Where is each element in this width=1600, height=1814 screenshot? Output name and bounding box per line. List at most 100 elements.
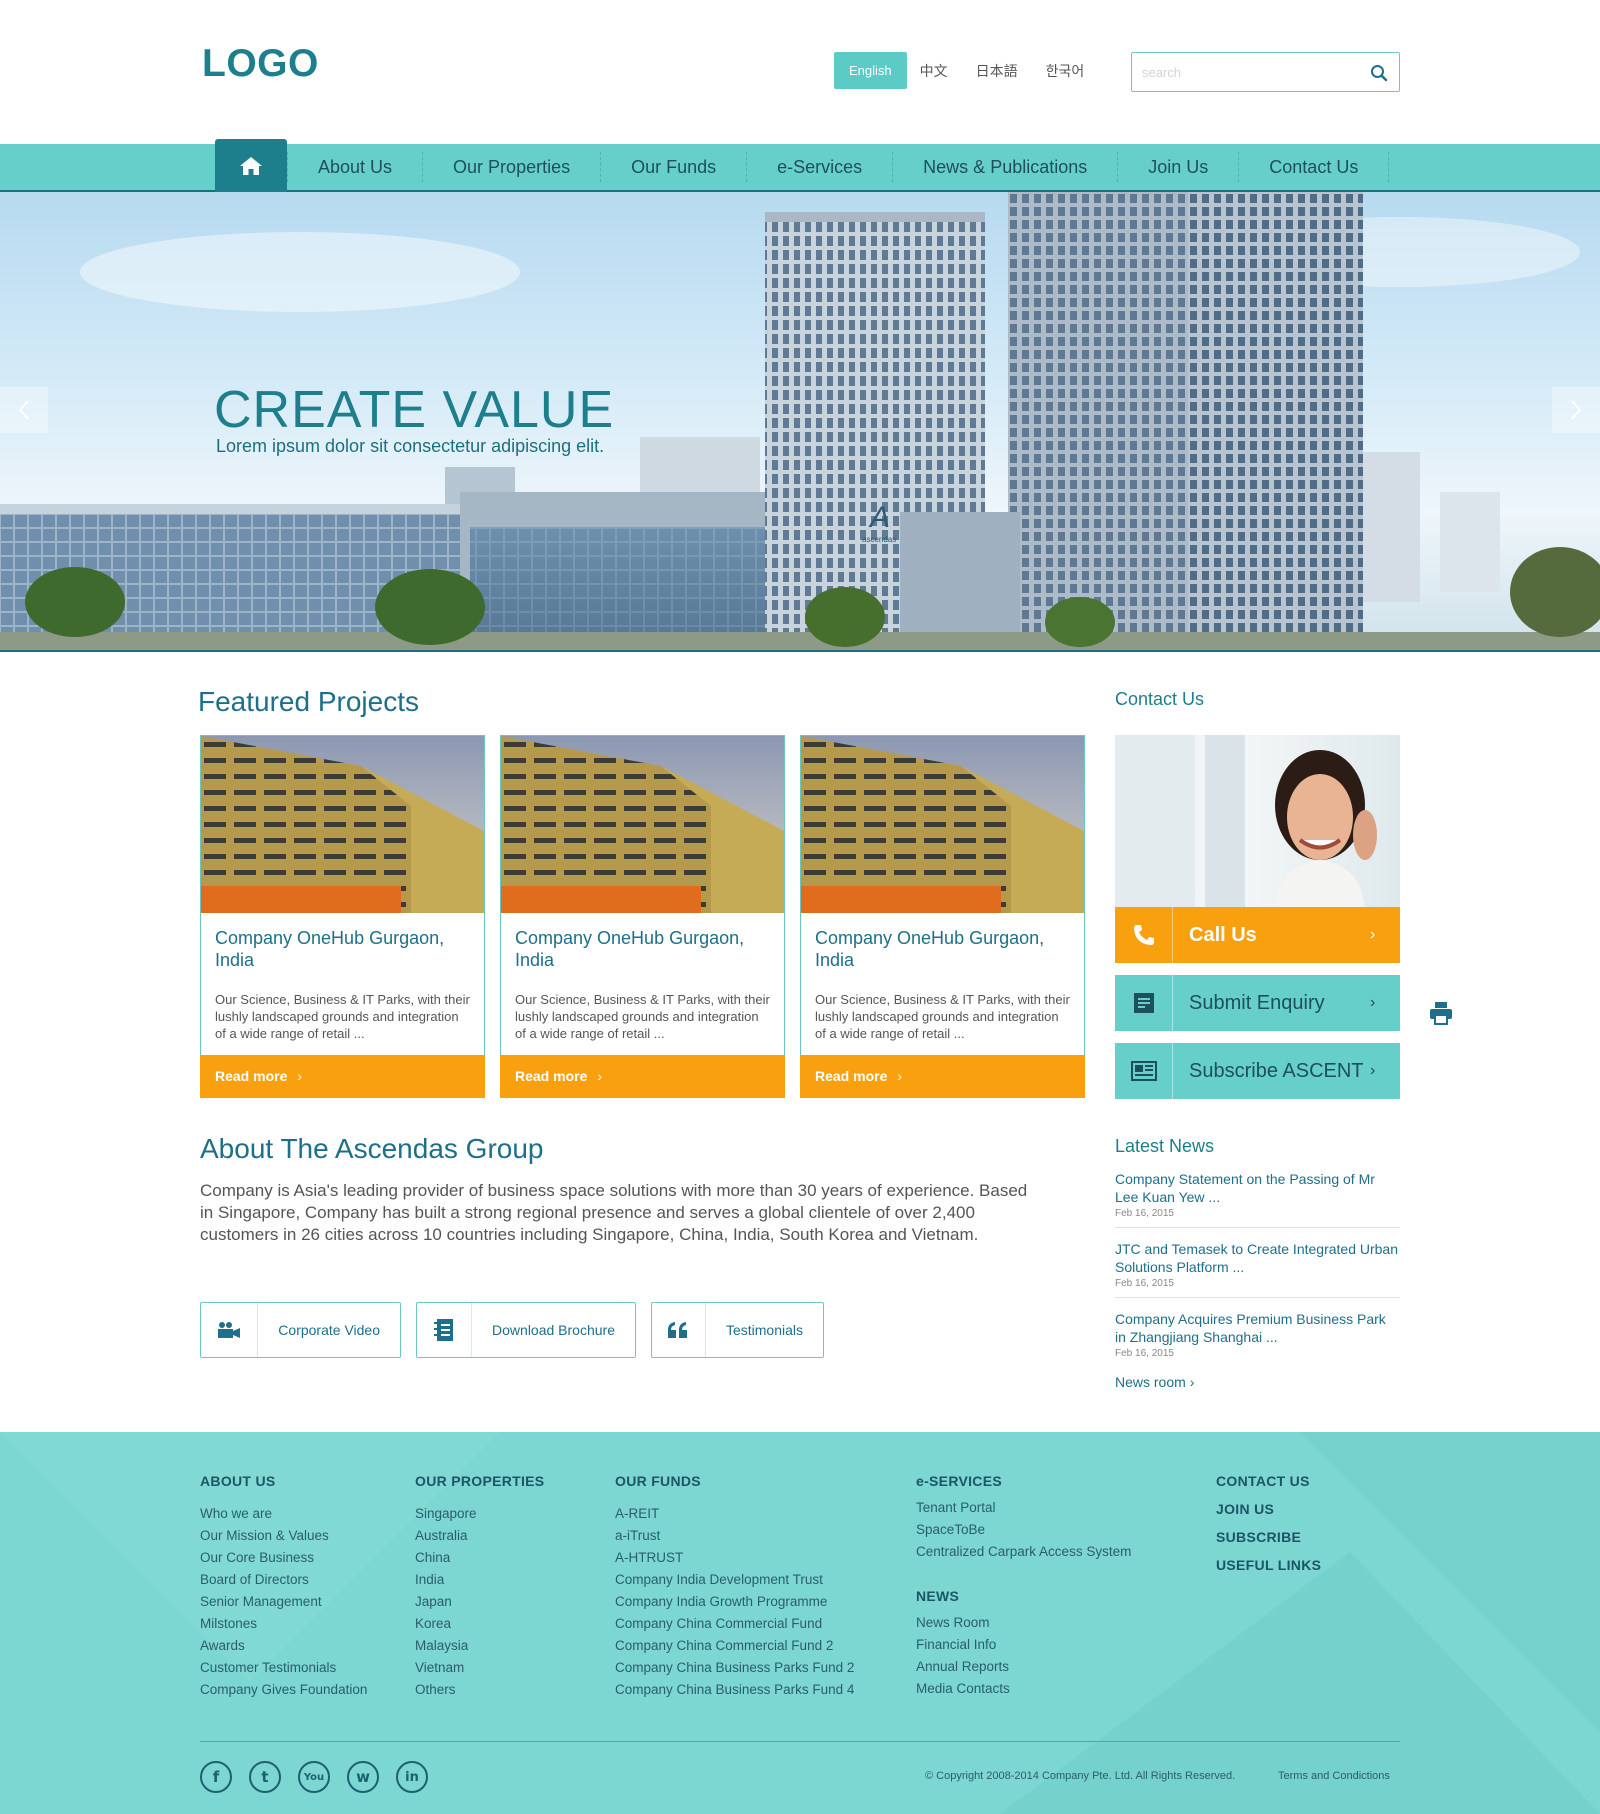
footer-divider bbox=[200, 1741, 1400, 1742]
call-us-button[interactable]: Call Us › bbox=[1115, 907, 1400, 963]
nav-about-us[interactable]: About Us bbox=[288, 157, 422, 178]
footer-link[interactable]: Centralized Carpark Access System bbox=[916, 1541, 1131, 1563]
footer-link[interactable]: Company China Commercial Fund bbox=[615, 1613, 854, 1635]
copyright: © Copyright 2008-2014 Company Pte. Ltd. … bbox=[925, 1770, 1236, 1782]
nav-our-properties[interactable]: Our Properties bbox=[423, 157, 600, 178]
footer-link[interactable]: Media Contacts bbox=[916, 1678, 1131, 1700]
footer-link[interactable]: SpaceToBe bbox=[916, 1519, 1131, 1541]
print-icon[interactable] bbox=[1429, 1001, 1453, 1030]
footer-link[interactable]: Company Gives Foundation bbox=[200, 1679, 367, 1701]
project-title[interactable]: Company OneHub Gurgaon, India bbox=[815, 927, 1065, 971]
footer-link[interactable]: Company India Development Trust bbox=[615, 1569, 854, 1591]
footer-link[interactable]: Vietnam bbox=[415, 1657, 544, 1679]
call-us-label: Call Us bbox=[1189, 923, 1257, 946]
footer-link[interactable]: Who we are bbox=[200, 1503, 367, 1525]
footer-link[interactable]: Korea bbox=[415, 1613, 544, 1635]
footer-link[interactable]: Malaysia bbox=[415, 1635, 544, 1657]
footer-heading[interactable]: CONTACT US bbox=[1216, 1473, 1321, 1489]
form-icon bbox=[1115, 975, 1173, 1031]
footer-link[interactable]: Financial Info bbox=[916, 1634, 1131, 1656]
nav-news-publications[interactable]: News & Publications bbox=[893, 157, 1117, 178]
news-item: Company Acquires Premium Business Park i… bbox=[1115, 1310, 1400, 1367]
footer-link[interactable]: Annual Reports bbox=[916, 1656, 1131, 1678]
footer-link[interactable]: Others bbox=[415, 1679, 544, 1701]
footer-link[interactable]: Awards bbox=[200, 1635, 367, 1657]
footer-link[interactable]: Milstones bbox=[200, 1613, 367, 1635]
footer-heading[interactable]: ABOUT US bbox=[200, 1473, 367, 1489]
testimonials-label: Testimonials bbox=[725, 1322, 803, 1338]
hero-prev-arrow[interactable] bbox=[0, 387, 48, 433]
footer-link[interactable]: Our Mission & Values bbox=[200, 1525, 367, 1547]
footer-link[interactable]: A-REIT bbox=[615, 1503, 854, 1525]
terms-link[interactable]: Terms and Condictions bbox=[1278, 1770, 1390, 1782]
news-date: Feb 16, 2015 bbox=[1115, 1348, 1174, 1359]
submit-enquiry-button[interactable]: Submit Enquiry › bbox=[1115, 975, 1400, 1031]
nav-e-services[interactable]: e-Services bbox=[747, 157, 892, 178]
download-brochure-button[interactable]: Download Brochure bbox=[416, 1302, 636, 1358]
news-headline[interactable]: Company Acquires Premium Business Park i… bbox=[1115, 1310, 1400, 1346]
footer-link[interactable]: a-iTrust bbox=[615, 1525, 854, 1547]
footer-link[interactable]: Our Core Business bbox=[200, 1547, 367, 1569]
footer-link[interactable]: Senior Management bbox=[200, 1591, 367, 1613]
footer-heading[interactable]: JOIN US bbox=[1216, 1501, 1321, 1517]
read-more-button[interactable]: Read more › bbox=[500, 1055, 785, 1098]
search-input[interactable] bbox=[1132, 53, 1352, 91]
read-more-label: Read more bbox=[215, 1068, 288, 1084]
footer-link[interactable]: Company China Commercial Fund 2 bbox=[615, 1635, 854, 1657]
footer-link[interactable]: India bbox=[415, 1569, 544, 1591]
footer-link[interactable]: China bbox=[415, 1547, 544, 1569]
lang-english[interactable]: English bbox=[834, 52, 907, 89]
footer-heading[interactable]: NEWS bbox=[916, 1588, 1131, 1604]
footer-link[interactable]: Board of Directors bbox=[200, 1569, 367, 1591]
testimonials-button[interactable]: Testimonials bbox=[651, 1302, 824, 1358]
news-headline[interactable]: Company Statement on the Passing of Mr L… bbox=[1115, 1170, 1400, 1206]
footer-col-eservices: e-SERVICES Tenant Portal SpaceToBe Centr… bbox=[916, 1473, 1131, 1700]
nav-our-funds[interactable]: Our Funds bbox=[601, 157, 746, 178]
news-headline[interactable]: JTC and Temasek to Create Integrated Urb… bbox=[1115, 1240, 1400, 1276]
project-image[interactable] bbox=[501, 736, 784, 913]
lang-korean[interactable]: 한국어 bbox=[1046, 61, 1085, 81]
twitter-icon[interactable]: t bbox=[249, 1761, 281, 1793]
search-icon[interactable] bbox=[1370, 64, 1388, 82]
facebook-icon[interactable]: f bbox=[200, 1761, 232, 1793]
hero-next-arrow[interactable] bbox=[1552, 387, 1600, 433]
footer-link[interactable]: Company China Business Parks Fund 2 bbox=[615, 1657, 854, 1679]
project-title[interactable]: Company OneHub Gurgaon, India bbox=[515, 927, 765, 971]
project-title[interactable]: Company OneHub Gurgaon, India bbox=[215, 927, 465, 971]
weibo-icon[interactable]: w bbox=[347, 1761, 379, 1793]
lang-chinese[interactable]: 中文 bbox=[920, 61, 948, 81]
search-box bbox=[1131, 52, 1400, 92]
footer-link[interactable]: Australia bbox=[415, 1525, 544, 1547]
footer-heading[interactable]: SUBSCRIBE bbox=[1216, 1529, 1321, 1545]
footer-link[interactable]: Singapore bbox=[415, 1503, 544, 1525]
footer-link[interactable]: Tenant Portal bbox=[916, 1497, 1131, 1519]
news-room-link[interactable]: News room › bbox=[1115, 1374, 1194, 1390]
linkedin-icon[interactable]: in bbox=[396, 1761, 428, 1793]
read-more-button[interactable]: Read more › bbox=[200, 1055, 485, 1098]
corporate-video-button[interactable]: Corporate Video bbox=[200, 1302, 401, 1358]
footer-heading[interactable]: USEFUL LINKS bbox=[1216, 1557, 1321, 1573]
read-more-button[interactable]: Read more › bbox=[800, 1055, 1085, 1098]
footer-link[interactable]: A-HTRUST bbox=[615, 1547, 854, 1569]
news-item: Company Statement on the Passing of Mr L… bbox=[1115, 1170, 1400, 1228]
footer-col-right: CONTACT US JOIN US SUBSCRIBE USEFUL LINK… bbox=[1216, 1473, 1321, 1585]
lang-japanese[interactable]: 日本語 bbox=[976, 61, 1018, 81]
footer-link[interactable]: Japan bbox=[415, 1591, 544, 1613]
footer-link[interactable]: News Room bbox=[916, 1612, 1131, 1634]
nav-join-us[interactable]: Join Us bbox=[1118, 157, 1238, 178]
language-switcher: English 中文 日本語 한국어 bbox=[834, 52, 1112, 89]
logo[interactable]: LOGO bbox=[202, 42, 319, 86]
footer-link[interactable]: Customer Testimonials bbox=[200, 1657, 367, 1679]
footer-link[interactable]: Company China Business Parks Fund 4 bbox=[615, 1679, 854, 1701]
project-card: Company OneHub Gurgaon, India Our Scienc… bbox=[200, 735, 485, 1098]
project-image[interactable] bbox=[201, 736, 484, 913]
footer-heading[interactable]: OUR PROPERTIES bbox=[415, 1473, 544, 1489]
footer-link[interactable]: Company India Growth Programme bbox=[615, 1591, 854, 1613]
project-image[interactable] bbox=[801, 736, 1084, 913]
youtube-icon[interactable]: You bbox=[298, 1761, 330, 1793]
nav-contact-us[interactable]: Contact Us bbox=[1239, 157, 1388, 178]
svg-text:A: A bbox=[868, 501, 890, 534]
footer-heading[interactable]: e-SERVICES bbox=[916, 1473, 1131, 1489]
footer-heading[interactable]: OUR FUNDS bbox=[615, 1473, 854, 1489]
subscribe-ascent-button[interactable]: Subscribe ASCENT › bbox=[1115, 1043, 1400, 1099]
